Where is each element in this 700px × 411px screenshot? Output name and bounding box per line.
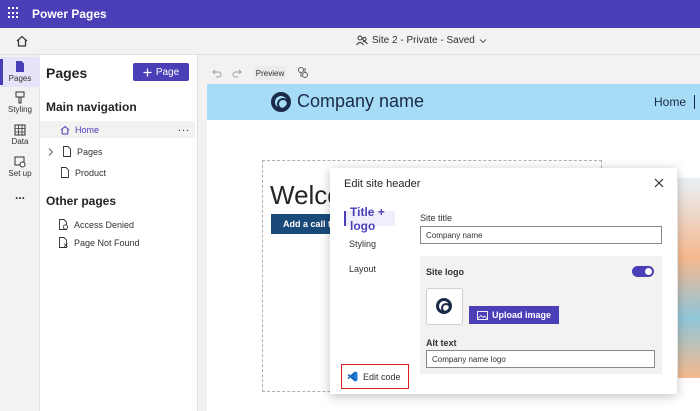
more-icon[interactable]: ... (0, 188, 40, 202)
upload-image-label: Upload image (491, 310, 551, 320)
tab-title-logo[interactable]: Title + logo (344, 205, 395, 233)
people-icon (356, 35, 368, 46)
page-icon (61, 167, 69, 178)
tree-item-label: Product (75, 167, 107, 178)
nav-divider (694, 95, 695, 109)
left-rail: Pages Styling Data Set up ... (0, 55, 40, 411)
rail-label: Data (11, 137, 29, 146)
add-page-label: Page (155, 66, 180, 78)
upload-image-button[interactable]: Upload image (469, 306, 559, 324)
edit-code-label: Edit code (363, 371, 401, 382)
rail-label: Styling (7, 105, 32, 114)
call-to-action-button[interactable]: Add a call to (271, 214, 337, 234)
sync-icon[interactable] (297, 66, 309, 79)
more-options-icon[interactable]: ... (178, 122, 190, 134)
rail-item-styling[interactable]: Styling (0, 91, 40, 114)
site-status-bar (0, 28, 700, 55)
site-status[interactable]: Site 2 - Private - Saved (356, 35, 487, 46)
tree-item-page-not-found[interactable]: Page Not Found (58, 237, 140, 248)
rail-label: Pages (8, 74, 32, 83)
page-icon (63, 146, 71, 157)
alt-text-label: Alt text (426, 338, 457, 348)
app-launcher-icon[interactable] (8, 7, 20, 19)
tree-item-label: Page Not Found (74, 237, 140, 248)
dialog-title: Edit site header (344, 178, 421, 190)
access-denied-icon (59, 219, 69, 230)
undo-icon[interactable] (212, 68, 222, 78)
redo-icon[interactable] (232, 68, 242, 78)
site-logo-label: Site logo (426, 267, 464, 277)
site-title-input[interactable]: Company name (420, 226, 662, 244)
tree-item-pages[interactable]: Pages (47, 146, 103, 157)
chevron-down-icon (479, 38, 487, 43)
setup-icon (14, 156, 26, 168)
close-icon[interactable] (654, 178, 664, 188)
rail-item-data[interactable]: Data (0, 124, 40, 146)
app-title: Power Pages (32, 7, 107, 21)
tree-item-home[interactable]: Home (60, 125, 99, 135)
panel-title: Pages (46, 65, 88, 81)
company-name: Company name (297, 91, 425, 111)
rail-item-pages[interactable]: Pages (0, 57, 40, 87)
home-icon[interactable] (15, 34, 29, 48)
home-icon (60, 125, 70, 135)
other-pages-title: Other pages (46, 194, 117, 208)
vscode-icon (347, 371, 358, 382)
page-not-found-icon (59, 237, 68, 248)
main-navigation-title: Main navigation (46, 100, 137, 114)
image-icon (477, 310, 488, 320)
chevron-right-icon[interactable] (47, 147, 55, 157)
edit-code-button[interactable]: Edit code (341, 364, 409, 389)
rail-item-setup[interactable]: Set up (0, 156, 40, 178)
company-logo-icon (271, 92, 291, 112)
brush-icon (15, 91, 25, 104)
tree-item-label: Pages (77, 146, 103, 157)
site-title-label: Site title (420, 213, 453, 223)
tree-item-access-denied[interactable]: Access Denied (58, 219, 134, 230)
tree-item-product[interactable]: Product (60, 167, 106, 178)
plus-icon (143, 68, 152, 76)
tab-styling[interactable]: Styling (349, 239, 376, 249)
site-status-text: Site 2 - Private - Saved (372, 35, 475, 46)
company-logo-icon (436, 298, 452, 314)
page-icon (16, 61, 24, 72)
nav-link-home[interactable]: Home (654, 95, 686, 109)
preview-button[interactable]: Preview (254, 66, 286, 80)
tab-layout[interactable]: Layout (349, 264, 376, 274)
rail-label: Set up (8, 169, 32, 178)
hero-image (678, 178, 700, 378)
site-logo-toggle[interactable] (632, 266, 654, 277)
tree-item-label: Home (75, 125, 100, 135)
tree-item-label: Access Denied (74, 219, 135, 230)
table-icon (14, 124, 26, 136)
alt-text-input[interactable]: Company name logo (426, 350, 655, 368)
add-page-button[interactable]: Page (133, 63, 189, 81)
